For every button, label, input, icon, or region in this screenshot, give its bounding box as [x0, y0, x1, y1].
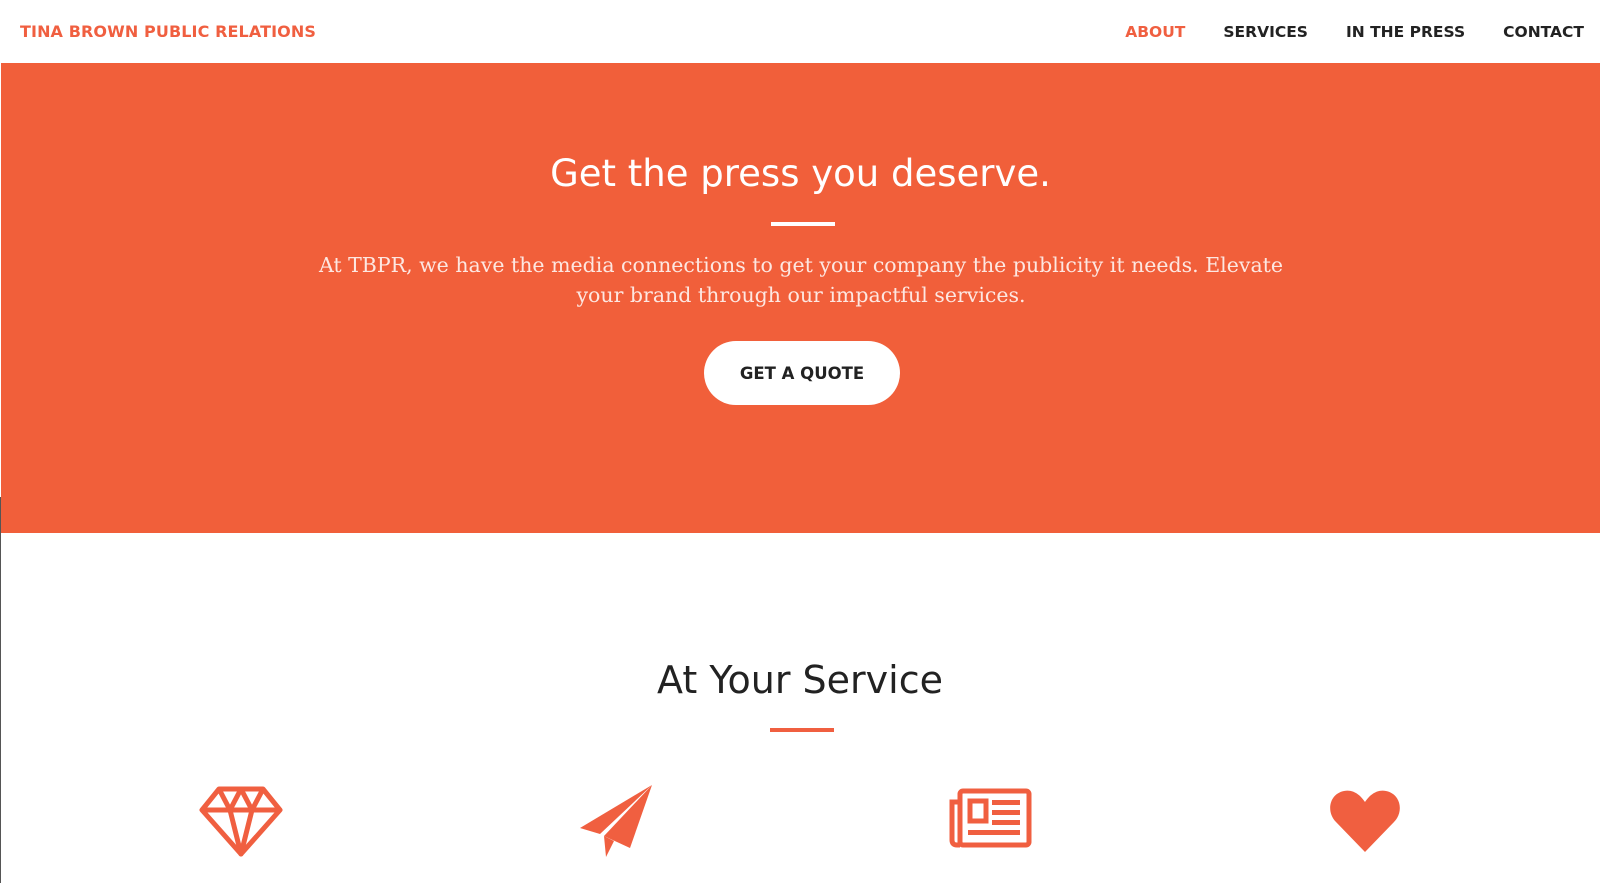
newspaper-icon [949, 788, 1032, 848]
hero-title: Get the press you deserve. [550, 152, 1051, 195]
nav-link-services[interactable]: SERVICES [1223, 23, 1308, 41]
services-divider [770, 728, 834, 732]
nav-links: ABOUT SERVICES IN THE PRESS CONTACT [1087, 23, 1584, 41]
nav-link-about[interactable]: ABOUT [1125, 23, 1185, 41]
paper-plane-icon [580, 785, 652, 857]
services-title: At Your Service [657, 658, 943, 702]
heart-icon [1330, 790, 1400, 852]
diamond-icon [199, 786, 283, 857]
hero-section: Get the press you deserve. At TBPR, we h… [1, 63, 1600, 533]
brand-link[interactable]: TINA BROWN PUBLIC RELATIONS [20, 22, 316, 41]
get-a-quote-button[interactable]: GET A QUOTE [704, 341, 900, 405]
page: TINA BROWN PUBLIC RELATIONS ABOUT SERVIC… [0, 0, 1600, 883]
hero-divider [771, 222, 835, 226]
nav-link-contact[interactable]: CONTACT [1503, 23, 1584, 41]
navbar: TINA BROWN PUBLIC RELATIONS ABOUT SERVIC… [0, 0, 1600, 63]
hero-description: At TBPR, we have the media connections t… [318, 253, 1284, 307]
nav-link-in-the-press[interactable]: IN THE PRESS [1346, 23, 1465, 41]
